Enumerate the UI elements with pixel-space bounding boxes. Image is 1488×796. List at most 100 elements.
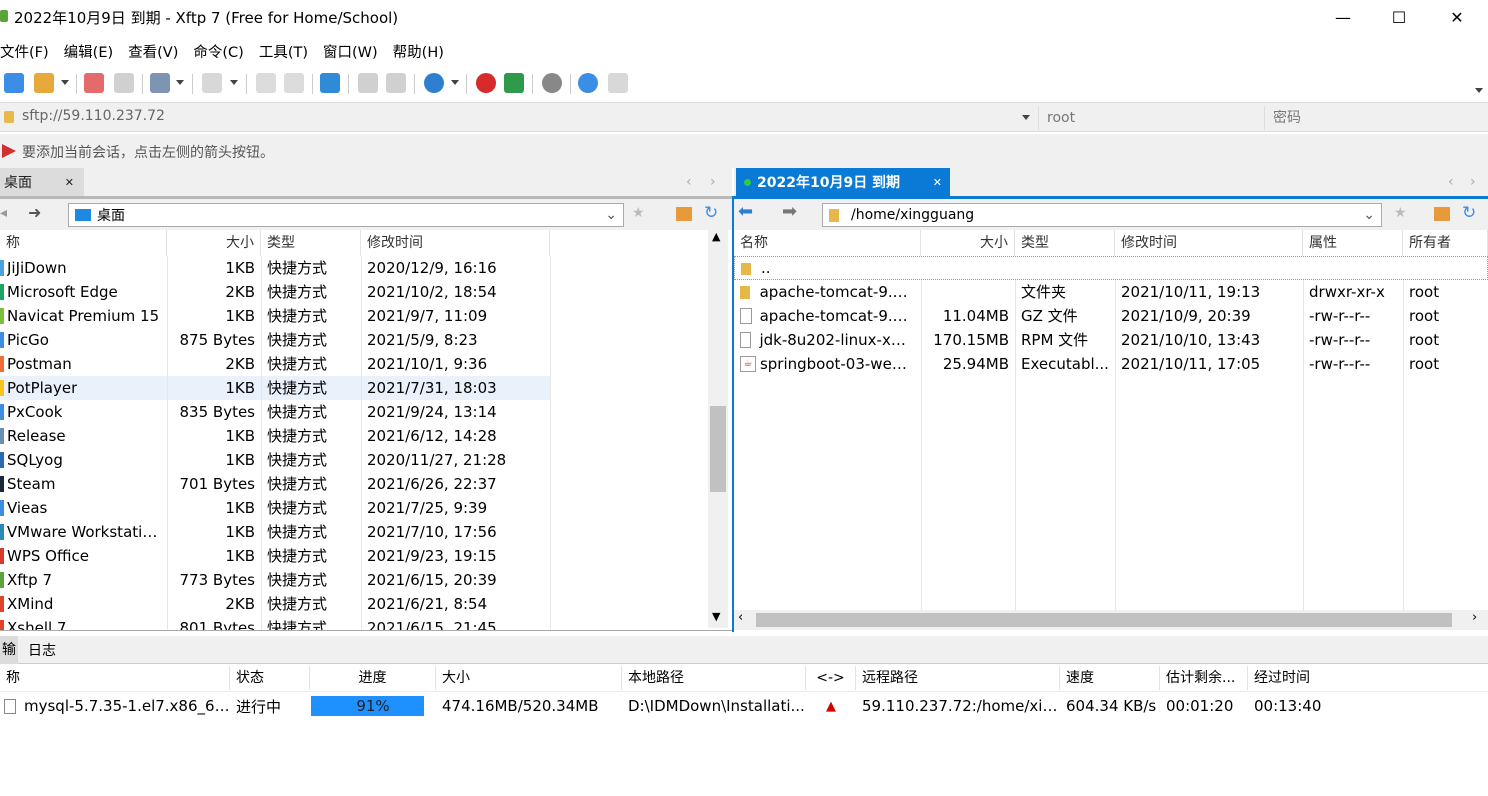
copy-icon[interactable] (358, 73, 378, 93)
host-input[interactable]: sftp://59.110.237.72 (22, 108, 1034, 128)
properties-icon[interactable] (150, 73, 170, 93)
file-row[interactable]: Navicat Premium 15 1KB 快捷方式 2021/9/7, 11:09 (0, 304, 550, 328)
refresh-icon[interactable]: ↻ (1462, 203, 1476, 223)
file-row[interactable]: XMind 2KB 快捷方式 2021/6/21, 8:54 (0, 592, 550, 616)
file-row[interactable]: PotPlayer 1KB 快捷方式 2021/7/31, 18:03 (0, 376, 550, 400)
username-input[interactable]: root (1038, 106, 1264, 130)
col-size[interactable]: 大小 (921, 230, 1015, 256)
tab-left-arrow-icon[interactable]: ‹ (686, 174, 692, 190)
left-scrollbar[interactable]: ▲ ▼ (708, 230, 728, 628)
download-icon[interactable] (284, 73, 304, 93)
file-row[interactable]: ☕ springboot-03-web... 25.94MB Executabl...… (734, 352, 1488, 376)
forward-arrow-icon[interactable]: ➜ (28, 203, 41, 222)
col-status[interactable]: 状态 (230, 665, 310, 690)
favorite-icon[interactable]: ★ (1394, 205, 1407, 221)
file-row[interactable]: VMware Workstatio... 1KB 快捷方式 2021/7/10, 17… (0, 520, 550, 544)
scrollbar-thumb[interactable] (710, 406, 726, 492)
file-row[interactable]: PicGo 875 Bytes 快捷方式 2021/5/9, 8:23 (0, 328, 550, 352)
tab-right-arrow-icon[interactable]: › (1470, 174, 1476, 190)
col-owner[interactable]: 所有者 (1403, 230, 1488, 256)
scroll-left-icon[interactable]: ‹ (738, 610, 743, 625)
refresh-icon[interactable]: ↻ (704, 203, 718, 223)
chevron-down-icon[interactable] (176, 80, 184, 85)
file-row[interactable]: SQLyog 1KB 快捷方式 2020/11/27, 21:28 (0, 448, 550, 472)
favorite-icon[interactable]: ★ (632, 205, 645, 221)
open-folder-icon[interactable] (34, 73, 54, 93)
col-perm[interactable]: 属性 (1303, 230, 1403, 256)
xftp-icon[interactable] (504, 73, 524, 93)
scroll-up-icon[interactable]: ▲ (712, 230, 720, 243)
file-row[interactable]: Vieas 1KB 快捷方式 2021/7/25, 9:39 (0, 496, 550, 520)
col-speed[interactable]: 速度 (1060, 665, 1160, 690)
file-row[interactable]: Xftp 7 773 Bytes 快捷方式 2021/6/15, 20:39 (0, 568, 550, 592)
disconnect-icon[interactable] (114, 73, 134, 93)
file-row[interactable]: apache-tomcat-9.0.... 11.04MB GZ 文件 2021/10… (734, 304, 1488, 328)
menu-edit[interactable]: 编辑(E) (64, 41, 113, 62)
menu-tools[interactable]: 工具(T) (259, 41, 308, 62)
upload-icon[interactable] (256, 73, 276, 93)
toolbar-overflow-icon[interactable] (1475, 88, 1483, 93)
connect-icon[interactable] (84, 73, 104, 93)
new-session-icon[interactable] (4, 73, 24, 93)
sync-icon[interactable] (320, 73, 340, 93)
tab-left-arrow-icon[interactable]: ‹ (1448, 174, 1454, 190)
pane-divider[interactable] (732, 196, 734, 632)
col-progress[interactable]: 进度 (310, 665, 436, 690)
col-name[interactable]: 称 (0, 665, 230, 690)
close-icon[interactable]: ✕ (933, 176, 942, 189)
minimize-button[interactable]: — (1314, 0, 1372, 34)
transfer-row[interactable]: mysql-5.7.35-1.el7.x86_64... 进行中 91% 474… (0, 692, 1488, 720)
file-row[interactable]: Release 1KB 快捷方式 2021/6/12, 14:28 (0, 424, 550, 448)
transfer-icon[interactable] (202, 73, 222, 93)
scroll-right-icon[interactable]: › (1472, 610, 1477, 625)
file-row[interactable]: Microsoft Edge 2KB 快捷方式 2021/10/2, 18:54 (0, 280, 550, 304)
col-size[interactable]: 大小 (436, 665, 622, 690)
tab-transfer[interactable]: 输 (0, 635, 18, 664)
chat-icon[interactable] (608, 73, 628, 93)
tab-right-arrow-icon[interactable]: › (710, 174, 716, 190)
col-type[interactable]: 类型 (261, 230, 361, 256)
scroll-down-icon[interactable]: ▼ (712, 610, 720, 623)
scrollbar-thumb[interactable] (756, 613, 1452, 627)
col-name[interactable]: 称 (0, 230, 167, 256)
col-size[interactable]: 大小 (167, 230, 261, 256)
file-row[interactable]: JiJiDown 1KB 快捷方式 2020/12/9, 16:16 (0, 256, 550, 280)
chevron-down-icon[interactable] (230, 80, 238, 85)
back-arrow-icon[interactable]: ◂ (0, 205, 7, 221)
file-row[interactable]: Xshell 7 801 Bytes 快捷方式 2021/6/15, 21:45 (0, 616, 550, 630)
maximize-button[interactable]: ☐ (1370, 0, 1428, 34)
col-eta[interactable]: 估计剩余... (1160, 665, 1248, 690)
gear-icon[interactable] (542, 73, 562, 93)
globe-icon[interactable] (424, 73, 444, 93)
col-local-path[interactable]: 本地路径 (622, 665, 806, 690)
col-direction[interactable]: <-> (806, 665, 856, 690)
file-row[interactable]: jdk-8u202-linux-x64... 170.15MB RPM 文件 2021… (734, 328, 1488, 352)
col-elapsed[interactable]: 经过时间 (1248, 666, 1348, 690)
col-type[interactable]: 类型 (1015, 230, 1115, 256)
close-button[interactable]: ✕ (1428, 0, 1486, 34)
menu-help[interactable]: 帮助(H) (393, 41, 444, 62)
col-remote-path[interactable]: 远程路径 (856, 665, 1060, 690)
file-row[interactable]: Steam 701 Bytes 快捷方式 2021/6/26, 22:37 (0, 472, 550, 496)
tab-log[interactable]: 日志 (28, 640, 56, 660)
add-session-arrow-icon[interactable] (2, 144, 16, 158)
home-icon[interactable] (1434, 207, 1450, 221)
chevron-down-icon[interactable] (451, 80, 459, 85)
chevron-down-icon[interactable] (1022, 115, 1030, 120)
help-icon[interactable] (578, 73, 598, 93)
col-mtime[interactable]: 修改时间 (1115, 230, 1303, 256)
parent-dir-row[interactable]: .. (734, 256, 1488, 280)
right-hscrollbar[interactable]: ‹ › (734, 610, 1488, 630)
menu-command[interactable]: 命令(C) (193, 41, 243, 62)
file-row[interactable]: WPS Office 1KB 快捷方式 2021/9/23, 19:15 (0, 544, 550, 568)
chevron-down-icon[interactable] (61, 80, 69, 85)
menu-file[interactable]: 文件(F) (0, 41, 49, 62)
xshell-icon[interactable] (476, 73, 496, 93)
chevron-down-icon[interactable]: ⌄ (605, 207, 617, 223)
menu-view[interactable]: 查看(V) (128, 41, 178, 62)
menu-window[interactable]: 窗口(W) (323, 41, 378, 62)
col-mtime[interactable]: 修改时间 (361, 230, 550, 256)
paste-icon[interactable] (386, 73, 406, 93)
tab-session[interactable]: 2022年10月9日 到期 ✕ (736, 168, 950, 196)
left-path-input[interactable]: 桌面 ⌄ (68, 203, 624, 227)
